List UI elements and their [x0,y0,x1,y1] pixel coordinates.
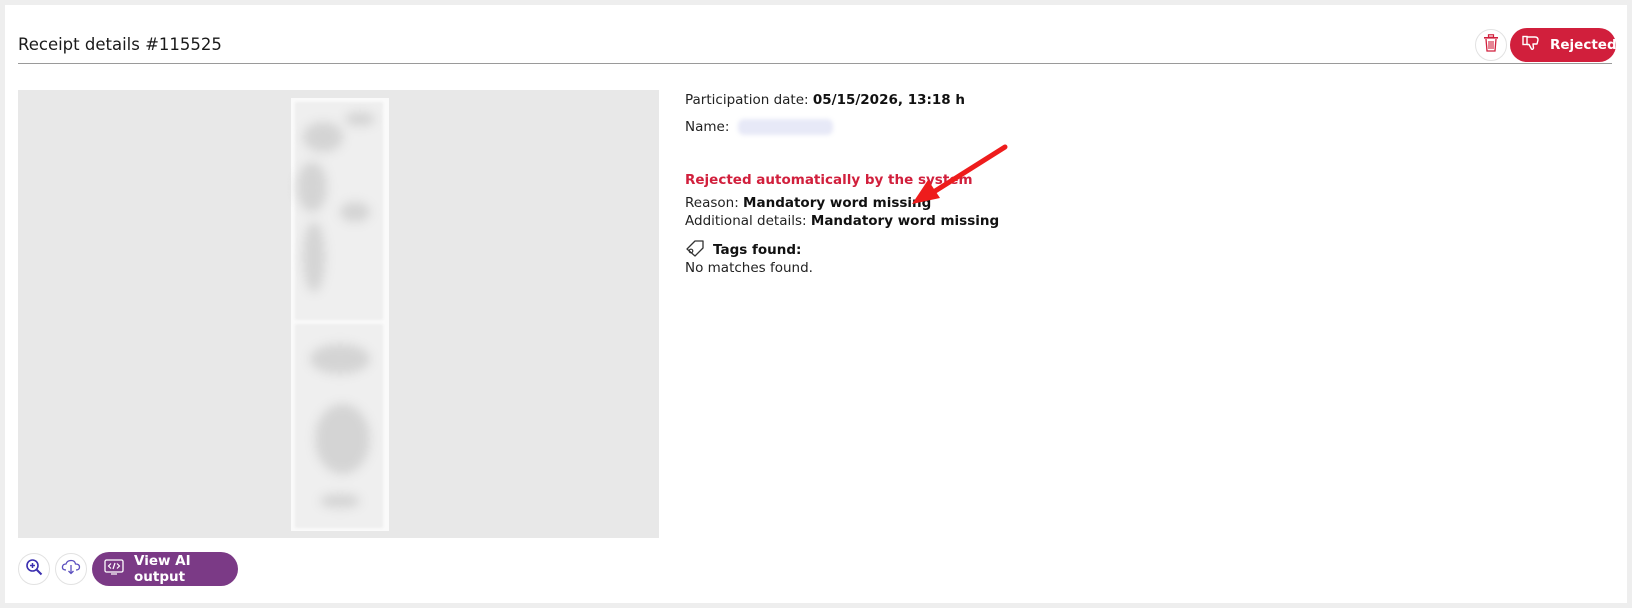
participation-date-row: Participation date: 05/15/2026, 13:18 h [685,92,965,108]
code-screen-icon [104,559,124,579]
card-header: Receipt details #115525 Rejected [18,5,1617,64]
view-ai-output-button[interactable]: View AI output [92,552,238,586]
reason-row: Reason: Mandatory word missing [685,195,931,211]
view-ai-output-label: View AI output [134,553,191,585]
name-value-redacted [737,119,833,135]
receipt-image-preview[interactable] [18,90,659,538]
receipt-details-card: Receipt details #115525 Rejected View AI… [5,5,1627,603]
download-button[interactable] [55,553,87,585]
tag-icon [685,239,705,261]
reason-value: Mandatory word missing [743,195,932,211]
tags-found-value: No matches found. [685,260,813,276]
tags-found-row: Tags found: [685,239,801,261]
name-label: Name: [685,119,730,135]
receipt-image-top [295,102,383,320]
annotation-arrow [912,144,1008,204]
additional-details-row: Additional details: Mandatory word missi… [685,213,999,229]
additional-details-label: Additional details: [685,213,807,229]
zoom-in-button[interactable] [18,553,50,585]
reason-label: Reason: [685,195,739,211]
participation-date-label: Participation date: [685,92,809,108]
delete-button[interactable] [1475,29,1507,61]
status-label: Rejected [1550,37,1617,53]
name-row: Name: [685,119,833,135]
zoom-in-icon [25,558,43,580]
thumbs-down-icon [1522,35,1540,55]
receipt-image [291,98,389,531]
status-rejected-button[interactable]: Rejected [1510,28,1617,62]
participation-date-value: 05/15/2026, 13:18 h [812,92,965,108]
tags-found-label: Tags found: [713,242,802,258]
additional-details-value: Mandatory word missing [810,213,1000,229]
receipt-image-bottom [295,324,383,528]
page-title: Receipt details #115525 [18,35,222,54]
trash-icon [1483,34,1499,56]
cloud-download-icon [61,559,81,579]
